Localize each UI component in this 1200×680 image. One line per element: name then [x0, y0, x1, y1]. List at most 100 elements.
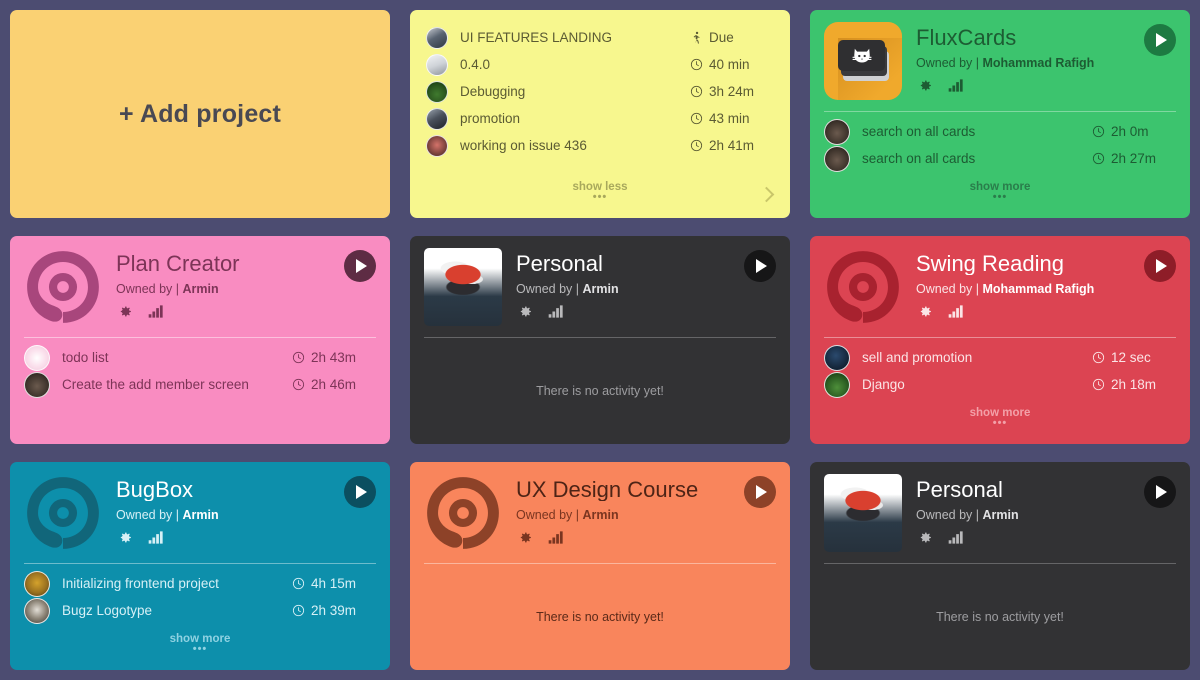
clock-icon: [690, 85, 703, 98]
task-avatar: [824, 371, 850, 398]
owner-name: Armin: [582, 282, 619, 297]
clock-icon: [292, 351, 305, 364]
card-action-icons: [116, 303, 376, 320]
project-title: BugBox: [116, 478, 194, 502]
task-row[interactable]: search on all cards 2h 0m: [824, 118, 1176, 145]
owned-by-label: Owned by |: [916, 508, 980, 523]
play-button[interactable]: [1144, 24, 1176, 56]
task-name: Create the add member screen: [62, 377, 249, 392]
card-body: Initializing frontend project 4h 15m Bug…: [10, 564, 390, 670]
task-row[interactable]: Bugz Logotype 2h 39m: [24, 597, 376, 624]
project-card-ux-design-course: UX Design Course Owned by | Armin There …: [410, 462, 790, 670]
gear-icon[interactable]: [916, 303, 933, 320]
task-name: search on all cards: [862, 151, 976, 166]
gear-icon[interactable]: [916, 77, 933, 94]
gear-icon[interactable]: [116, 303, 133, 320]
task-avatar: [824, 344, 850, 371]
gear-icon[interactable]: [916, 529, 933, 546]
cat-face-icon: [851, 48, 872, 62]
task-row[interactable]: Create the add member screen 2h 46m: [24, 371, 376, 398]
card-header: BugBox Owned by | Armin: [10, 462, 390, 552]
gear-icon[interactable]: [516, 529, 533, 546]
task-avatar: [824, 118, 850, 145]
task-name: todo list: [62, 350, 109, 365]
bar-chart-icon[interactable]: [947, 78, 964, 93]
bar-chart-icon[interactable]: [947, 304, 964, 319]
task-row[interactable]: promotion 43 min: [426, 105, 774, 132]
play-icon: [356, 259, 367, 273]
play-button[interactable]: [344, 476, 376, 508]
project-card-plan-creator: Plan Creator Owned by | Armin todo list …: [10, 236, 390, 444]
play-button[interactable]: [344, 250, 376, 282]
project-owner: Owned by | Armin: [916, 508, 1176, 522]
bar-chart-icon[interactable]: [147, 530, 164, 545]
bar-chart-icon[interactable]: [147, 304, 164, 319]
ring-logo: [27, 251, 99, 323]
clock-icon: [690, 58, 703, 71]
owned-by-label: Owned by |: [916, 282, 980, 297]
task-meta: 2h 43m: [292, 350, 376, 365]
task-name: working on issue 436: [460, 138, 587, 153]
task-time: 12 sec: [1111, 350, 1151, 365]
show-more-button[interactable]: show more •••: [810, 181, 1190, 204]
owner-name: Armin: [182, 508, 219, 523]
add-project-card[interactable]: + Add project: [10, 10, 390, 218]
task-row[interactable]: UI FEATURES LANDING Due: [426, 24, 774, 51]
task-row[interactable]: Initializing frontend project 4h 15m: [24, 570, 376, 597]
task-time: Due: [709, 30, 734, 45]
card-info: Personal Owned by | Armin: [916, 474, 1176, 552]
task-time: 2h 18m: [1111, 377, 1157, 392]
task-meta: 40 min: [690, 57, 774, 72]
play-button[interactable]: [1144, 250, 1176, 282]
task-avatar: [24, 570, 50, 597]
card-stack-front: [838, 40, 885, 71]
card-header: FluxCards Owned by | Mohammad Rafigh: [810, 10, 1190, 100]
task-meta: 2h 41m: [690, 138, 774, 153]
task-row[interactable]: sell and promotion 12 sec: [824, 344, 1176, 371]
task-name: search on all cards: [862, 124, 976, 139]
show-more-button[interactable]: show more •••: [810, 407, 1190, 430]
card-body: search on all cards 2h 0m search on all …: [810, 112, 1190, 218]
project-owner: Owned by | Armin: [116, 282, 376, 296]
task-row[interactable]: working on issue 436 2h 41m: [426, 132, 774, 159]
task-meta: 43 min: [690, 111, 774, 126]
task-meta: 2h 39m: [292, 603, 376, 618]
owned-by-label: Owned by |: [516, 282, 580, 297]
task-row[interactable]: todo list 2h 43m: [24, 344, 376, 371]
project-title: UX Design Course: [516, 478, 699, 502]
gear-icon[interactable]: [516, 303, 533, 320]
task-name: Bugz Logotype: [62, 603, 153, 618]
task-time: 43 min: [709, 111, 750, 126]
clock-icon: [1092, 378, 1105, 391]
show-more-button[interactable]: show more •••: [10, 633, 390, 656]
owned-by-label: Owned by |: [516, 508, 580, 523]
photo-logo: [424, 248, 502, 326]
clock-icon: [292, 378, 305, 391]
bar-chart-icon[interactable]: [947, 530, 964, 545]
task-name: Django: [862, 377, 905, 392]
card-body: There is no activity yet!: [410, 564, 790, 670]
task-avatar: [426, 107, 448, 130]
task-row[interactable]: Django 2h 18m: [824, 371, 1176, 398]
play-button[interactable]: [1144, 476, 1176, 508]
bar-chart-icon[interactable]: [547, 530, 564, 545]
show-less-button[interactable]: show less •••: [410, 181, 790, 204]
play-button[interactable]: [744, 476, 776, 508]
card-action-icons: [916, 303, 1176, 320]
play-icon: [1156, 485, 1167, 499]
ring-logo: [827, 251, 899, 323]
card-info: Plan Creator Owned by | Armin: [116, 248, 376, 326]
task-time: 2h 0m: [1111, 124, 1149, 139]
task-row[interactable]: search on all cards 2h 27m: [824, 145, 1176, 172]
project-card-personal-top: Personal Owned by | Armin There is no ac…: [410, 236, 790, 444]
bar-chart-icon[interactable]: [547, 304, 564, 319]
play-button[interactable]: [744, 250, 776, 282]
project-card-bugbox: BugBox Owned by | Armin Initializing fro…: [10, 462, 390, 670]
task-row[interactable]: 0.4.0 40 min: [426, 51, 774, 78]
task-row[interactable]: Debugging 3h 24m: [426, 78, 774, 105]
gear-icon[interactable]: [116, 529, 133, 546]
card-header: UX Design Course Owned by | Armin: [410, 462, 790, 552]
walking-person-icon: [693, 31, 700, 44]
empty-state-text: There is no activity yet!: [536, 384, 664, 398]
project-title: Personal: [516, 252, 603, 276]
